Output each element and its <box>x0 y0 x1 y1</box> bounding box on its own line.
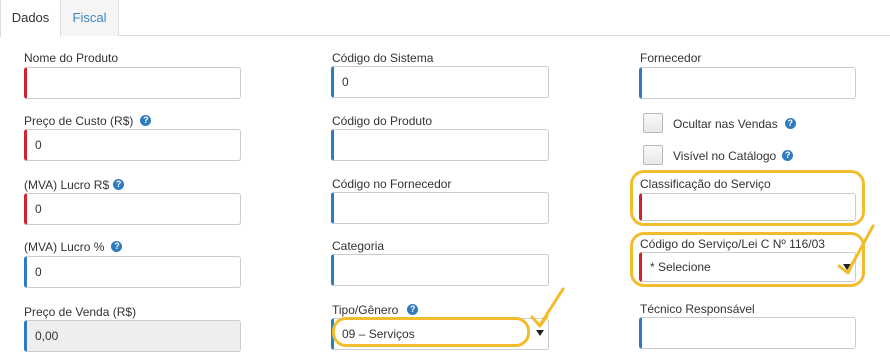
fornecedor-input[interactable] <box>639 67 856 99</box>
visivel-catalogo-checkbox[interactable] <box>643 145 663 165</box>
visivel-catalogo-label: Visível no Catálogo? <box>673 149 794 163</box>
tipo-genero-label: Tipo/Gênero? <box>332 303 419 317</box>
classificacao-servico-input[interactable] <box>639 193 856 221</box>
mva-lucro-rs-label-text: (MVA) Lucro R$ <box>24 178 110 192</box>
codigo-fornecedor-input[interactable] <box>331 192 549 224</box>
tab-bar: Dados Fiscal <box>0 0 890 37</box>
codigo-produto-input[interactable] <box>331 129 549 161</box>
help-icon[interactable]: ? <box>782 150 794 162</box>
tipo-genero-label-text: Tipo/Gênero <box>332 303 399 317</box>
visivel-catalogo-label-text: Visível no Catálogo <box>673 149 777 163</box>
preco-custo-input[interactable]: 0 <box>24 129 241 161</box>
chevron-down-icon <box>843 264 851 270</box>
codigo-servico-selected-value: * Selecione <box>650 260 711 274</box>
ocultar-vendas-label: Ocultar nas Vendas? <box>673 117 796 131</box>
help-icon[interactable]: ? <box>111 241 123 253</box>
mva-lucro-pct-label-text: (MVA) Lucro % <box>24 240 105 254</box>
ocultar-vendas-label-text: Ocultar nas Vendas <box>673 117 778 131</box>
preco-custo-label-text: Preço de Custo (R$) <box>24 114 134 128</box>
codigo-sistema-label: Código do Sistema <box>332 51 434 65</box>
categoria-label: Categoria <box>332 239 385 253</box>
tab-dados[interactable]: Dados <box>0 0 61 37</box>
nome-produto-input[interactable] <box>24 67 241 99</box>
ocultar-vendas-checkbox[interactable] <box>643 113 663 133</box>
tipo-genero-selected-value: 09 – Serviços <box>342 327 415 341</box>
codigo-produto-label: Código do Produto <box>332 114 433 128</box>
nome-produto-label: Nome do Produto <box>24 51 119 65</box>
tab-fiscal[interactable]: Fiscal <box>61 0 119 36</box>
help-icon[interactable]: ? <box>784 118 796 130</box>
tecnico-responsavel-label: Técnico Responsável <box>640 302 755 316</box>
codigo-sistema-input[interactable]: 0 <box>331 66 549 98</box>
preco-venda-input: 0,00 <box>24 320 241 352</box>
codigo-fornecedor-label: Código no Fornecedor <box>332 177 452 191</box>
fornecedor-label: Fornecedor <box>640 51 702 65</box>
mva-lucro-rs-label: (MVA) Lucro R$? <box>24 178 125 192</box>
mva-lucro-pct-input[interactable]: 0 <box>24 256 241 288</box>
codigo-servico-select[interactable]: * Selecione <box>639 252 856 282</box>
help-icon[interactable]: ? <box>113 179 125 191</box>
chevron-down-icon <box>536 330 544 336</box>
help-icon[interactable]: ? <box>407 304 419 316</box>
mva-lucro-rs-input[interactable]: 0 <box>24 193 241 225</box>
preco-venda-label: Preço de Venda (R$) <box>24 305 137 319</box>
tipo-genero-select[interactable]: 09 – Serviços <box>331 318 549 350</box>
classificacao-servico-label: Classificação do Serviço <box>640 177 771 191</box>
categoria-input[interactable] <box>331 254 549 286</box>
codigo-servico-label: Código do Serviço/Lei C Nº 116/03 <box>640 237 825 251</box>
tecnico-responsavel-input[interactable] <box>639 317 856 349</box>
preco-custo-label: Preço de Custo (R$)? <box>24 114 152 128</box>
help-icon[interactable]: ? <box>140 115 152 127</box>
mva-lucro-pct-label: (MVA) Lucro %? <box>24 240 123 254</box>
